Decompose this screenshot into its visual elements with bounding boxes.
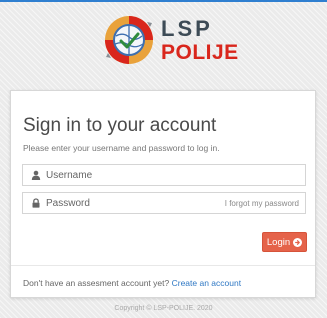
password-input[interactable]: [46, 197, 225, 209]
brand-logo: LSP POLIJE: [103, 14, 239, 66]
login-button-label: Login: [266, 236, 291, 248]
signup-prompt: Don't have an assesment account yet? Cre…: [23, 278, 241, 288]
page-title: Sign in to your account: [23, 115, 217, 136]
signup-text: Don't have an assesment account yet?: [23, 278, 170, 288]
brand-name-line1: LSP: [161, 15, 213, 41]
copyright-footer: Copyright © LSP-POLIJE. 2020: [114, 305, 213, 312]
create-account-link[interactable]: Create an account: [172, 278, 241, 288]
login-instructions: Please enter your username and password …: [23, 143, 220, 153]
username-field[interactable]: [22, 164, 306, 186]
lock-icon: [32, 198, 40, 208]
arrow-circle-right-icon: [293, 237, 303, 247]
card-divider: [11, 265, 315, 266]
globe-logo-icon: [105, 16, 153, 64]
top-accent-line: [0, 0, 327, 2]
username-input[interactable]: [46, 169, 305, 181]
password-field[interactable]: I forgot my password: [22, 192, 306, 214]
login-button[interactable]: Login: [262, 232, 307, 252]
brand-name-line2: POLIJE: [161, 40, 239, 64]
login-card: Sign in to your account Please enter you…: [10, 90, 316, 298]
forgot-password-link[interactable]: I forgot my password: [225, 199, 299, 208]
user-icon: [31, 170, 41, 180]
